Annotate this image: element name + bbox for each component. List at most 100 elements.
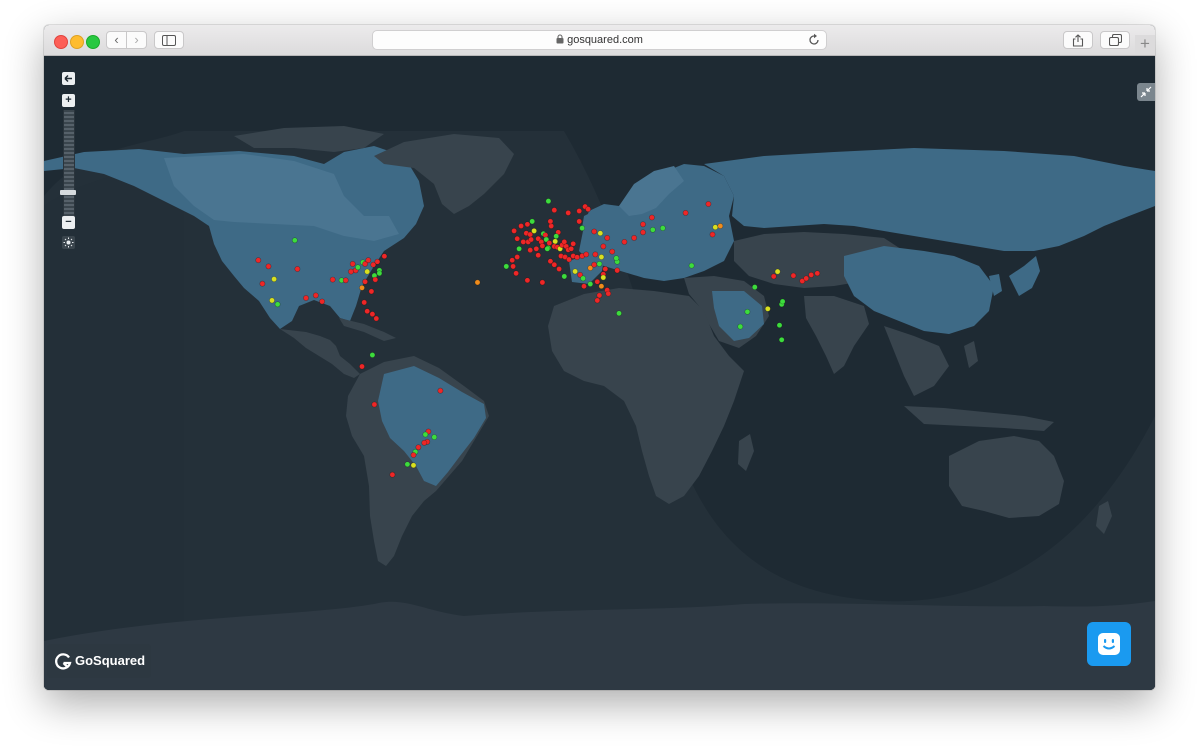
exit-fullscreen-button[interactable] xyxy=(1137,83,1155,101)
visitor-dot-red[interactable] xyxy=(348,268,354,275)
visitor-dot-red[interactable] xyxy=(415,444,422,451)
share-button[interactable] xyxy=(1063,31,1093,49)
visitor-dot-red[interactable] xyxy=(770,273,777,280)
zoom-slider[interactable] xyxy=(63,110,75,228)
visitor-dot-red[interactable] xyxy=(319,298,325,305)
visitor-dot-red[interactable] xyxy=(546,240,553,246)
visitor-dot-red[interactable] xyxy=(381,253,388,260)
visitor-dot-orange[interactable] xyxy=(717,223,724,229)
visitor-dot-red[interactable] xyxy=(513,270,519,277)
visitor-dot-yellow[interactable] xyxy=(269,297,275,304)
visitor-dot-green[interactable] xyxy=(369,352,376,358)
maximize-window-button[interactable] xyxy=(86,35,100,49)
sidebar-toggle-button[interactable] xyxy=(154,31,184,49)
visitor-dot-red[interactable] xyxy=(682,209,689,216)
reset-view-button[interactable] xyxy=(62,72,75,85)
visitor-dot-green[interactable] xyxy=(616,310,622,317)
visitor-dot-red[interactable] xyxy=(349,260,356,267)
visitor-dot-red[interactable] xyxy=(565,209,572,216)
visitor-dot-red[interactable] xyxy=(373,315,380,322)
visitor-dot-red[interactable] xyxy=(514,254,521,260)
visitor-dot-red[interactable] xyxy=(574,254,580,261)
visitor-dot-red[interactable] xyxy=(640,221,646,228)
visitor-dot-orange[interactable] xyxy=(474,279,481,286)
visitor-dot-red[interactable] xyxy=(568,245,575,252)
visitor-dot-red[interactable] xyxy=(551,207,558,213)
visitor-dot-red[interactable] xyxy=(631,234,637,241)
visitor-dot-green[interactable] xyxy=(778,336,785,343)
visitor-dot-red[interactable] xyxy=(362,278,368,285)
visitor-dot-red[interactable] xyxy=(581,283,587,290)
visitor-dot-green[interactable] xyxy=(580,275,586,282)
visitor-dot-green[interactable] xyxy=(431,434,438,440)
visitor-dot-green[interactable] xyxy=(561,273,568,280)
visitor-dot-green[interactable] xyxy=(553,233,560,240)
visitor-dot-green[interactable] xyxy=(579,225,585,231)
visitor-dot-red[interactable] xyxy=(303,295,309,301)
visitor-dot-red[interactable] xyxy=(583,251,590,258)
visitor-dot-red[interactable] xyxy=(342,277,349,284)
visitor-dot-green[interactable] xyxy=(737,323,744,330)
visitor-dot-red[interactable] xyxy=(600,243,607,250)
visitor-dot-red[interactable] xyxy=(312,292,319,299)
visitor-dot-red[interactable] xyxy=(808,271,815,278)
zoom-out-button[interactable]: − xyxy=(62,216,75,229)
visitor-dot-red[interactable] xyxy=(527,247,534,253)
visitor-dot-yellow[interactable] xyxy=(410,462,417,469)
visitor-dot-green[interactable] xyxy=(354,264,361,271)
visitor-dot-red[interactable] xyxy=(437,387,444,394)
visitor-dot-red[interactable] xyxy=(389,471,396,478)
visitor-dot-red[interactable] xyxy=(361,299,368,306)
visitor-dot-red[interactable] xyxy=(594,278,601,285)
visitor-dot-yellow[interactable] xyxy=(531,227,537,234)
visitor-dot-red[interactable] xyxy=(368,288,375,295)
visitor-dot-red[interactable] xyxy=(539,279,546,286)
visitor-dot-red[interactable] xyxy=(539,242,546,249)
visitor-dot-red[interactable] xyxy=(518,223,524,229)
visitor-dot-red[interactable] xyxy=(649,214,655,221)
visitor-dot-red[interactable] xyxy=(533,245,540,252)
visitor-dot-green[interactable] xyxy=(751,284,758,290)
reload-icon[interactable] xyxy=(808,33,820,46)
visitor-dot-red[interactable] xyxy=(410,452,417,458)
visitor-dot-red[interactable] xyxy=(374,258,381,265)
visitor-dot-yellow[interactable] xyxy=(271,276,277,282)
gosquared-logo[interactable]: GoSquared xyxy=(47,644,151,678)
visitor-dot-red[interactable] xyxy=(604,234,611,241)
visitor-dot-yellow[interactable] xyxy=(712,224,719,231)
visitor-dot-red[interactable] xyxy=(570,240,577,247)
visitor-dot-green[interactable] xyxy=(376,270,383,277)
visitor-dot-red[interactable] xyxy=(524,277,531,284)
visitor-dot-orange[interactable] xyxy=(598,283,605,290)
forward-button[interactable]: › xyxy=(126,31,147,49)
visitor-dot-green[interactable] xyxy=(404,461,411,468)
visitor-dot-green[interactable] xyxy=(688,262,695,269)
minimize-window-button[interactable] xyxy=(70,35,84,49)
visitor-dot-red[interactable] xyxy=(605,290,612,297)
visitor-dot-red[interactable] xyxy=(705,201,712,207)
visitor-dot-red[interactable] xyxy=(509,257,516,264)
visitor-dot-green[interactable] xyxy=(596,260,603,267)
visitor-dot-red[interactable] xyxy=(594,297,601,304)
visitor-dot-red[interactable] xyxy=(421,439,428,446)
visitor-dot-red[interactable] xyxy=(265,263,272,270)
show-tabs-button[interactable] xyxy=(1100,31,1130,49)
visitor-dot-red[interactable] xyxy=(596,292,603,299)
brightness-toggle-button[interactable] xyxy=(62,236,75,249)
visitor-dot-red[interactable] xyxy=(535,252,542,259)
world-map[interactable] xyxy=(44,56,1155,690)
visitor-dot-red[interactable] xyxy=(640,229,646,236)
close-window-button[interactable] xyxy=(54,35,68,49)
visitor-dot-red[interactable] xyxy=(520,238,527,245)
visitor-dot-red[interactable] xyxy=(364,308,371,315)
visitor-dot-red[interactable] xyxy=(592,251,599,258)
visitor-dot-yellow[interactable] xyxy=(598,254,605,260)
visitor-dot-red[interactable] xyxy=(556,266,562,272)
visitor-dot-red[interactable] xyxy=(510,263,516,270)
visitor-dot-green[interactable] xyxy=(545,198,552,204)
visitor-dot-red[interactable] xyxy=(814,270,821,277)
visitor-dot-red[interactable] xyxy=(790,272,797,279)
visitor-dot-red[interactable] xyxy=(372,276,379,283)
visitor-dot-red[interactable] xyxy=(585,206,591,212)
visitor-dot-orange[interactable] xyxy=(359,284,365,291)
